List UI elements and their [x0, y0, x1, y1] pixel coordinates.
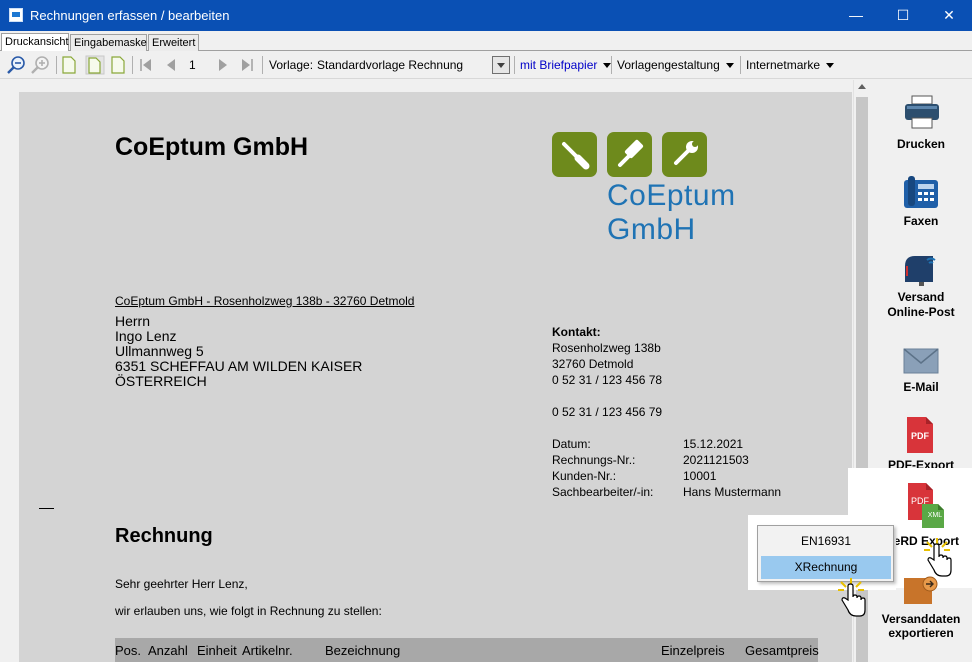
recipient-line: Ullmannweg 5 — [115, 343, 204, 359]
fax-icon — [904, 176, 938, 208]
table-header: Pos. Anzahl Einheit Artikelnr. Bezeichnu… — [115, 638, 819, 662]
sender-line: CoEptum GmbH - Rosenholzweg 138b - 32760… — [115, 294, 415, 308]
briefpapier-dropdown[interactable]: mit Briefpapier — [520, 55, 612, 75]
vorlage-dropdown-button[interactable] — [492, 56, 510, 74]
column-header: Pos. — [115, 643, 142, 658]
tab-eingabemaske[interactable]: Eingabemaske — [70, 34, 147, 51]
first-page-icon[interactable] — [139, 55, 153, 75]
tab-druckansicht[interactable]: Druckansicht — [1, 33, 69, 52]
logo-text: CoEptum GmbH — [607, 179, 736, 246]
kontakt-line: 32760 Detmold — [552, 357, 634, 371]
kontakt-line: Rosenholzweg 138b — [552, 341, 661, 355]
xml-badge: XML — [927, 512, 943, 519]
company-logo: CoEptum GmbH — [552, 132, 822, 246]
previous-page-icon[interactable] — [164, 55, 178, 75]
vorlage-label: Vorlage: — [269, 58, 314, 72]
logo-tile-wrench — [662, 132, 707, 177]
next-page-icon[interactable] — [216, 55, 230, 75]
vorlage-value: Standardvorlage Rechnung — [317, 58, 464, 72]
hand-cursor-icon — [838, 578, 866, 617]
mailbox-icon — [905, 256, 936, 286]
menu-item-xrechnung[interactable]: XRechnung — [761, 556, 891, 579]
online-post-label-1: Versand — [897, 290, 945, 304]
fax-number: 0 52 31 / 123 456 79 — [552, 405, 663, 419]
kontakt-label: Kontakt: — [552, 325, 601, 339]
recipient-line: Ingo Lenz — [115, 328, 177, 344]
detail-value: 15.12.2021 — [683, 437, 744, 451]
zugferd-profile-menu: EN16931 XRechnung — [757, 525, 894, 582]
kontakt-line: 0 52 31 / 123 456 78 — [552, 373, 663, 387]
two-pages-icon[interactable] — [85, 55, 105, 75]
detail-label: Rechnungs-Nr.: — [552, 453, 636, 467]
briefpapier-label: mit Briefpapier — [520, 58, 598, 72]
salutation: Sehr geehrter Herr Lenz, — [115, 577, 248, 591]
menu-item-en16931[interactable]: EN16931 — [761, 530, 891, 553]
document-heading: Rechnung — [115, 525, 213, 547]
pdf-export-button[interactable]: PDF PDF-Export — [870, 416, 972, 472]
detail-label: Datum: — [552, 437, 591, 451]
chevron-down-icon — [826, 63, 835, 69]
scroll-up-icon[interactable] — [858, 84, 866, 89]
intro-text: wir erlauben uns, wie folgt in Rechnung … — [115, 604, 382, 618]
last-page-icon[interactable] — [240, 55, 254, 75]
envelope-icon — [903, 348, 939, 374]
page-number[interactable]: 1 — [189, 55, 196, 75]
column-header: Einzelpreis — [661, 643, 725, 658]
internetmarke-label: Internetmarke — [746, 58, 821, 72]
detail-label: Kunden-Nr.: — [552, 469, 617, 483]
hand-cursor-icon — [924, 538, 952, 577]
fax-button[interactable]: Faxen — [870, 174, 972, 230]
minimize-button[interactable]: — — [833, 0, 879, 31]
zoom-out-icon[interactable] — [6, 55, 28, 75]
email-button[interactable]: E-Mail — [870, 348, 972, 396]
detail-label: Sachbearbeiter/-in: — [552, 485, 654, 499]
vorlagengestaltung-label: Vorlagengestaltung — [617, 58, 720, 72]
recipient-line: ÖSTERREICH — [115, 373, 207, 389]
zoom-in-icon[interactable] — [30, 55, 52, 75]
column-header: Artikelnr. — [242, 643, 293, 658]
detail-value: 2021121503 — [683, 453, 749, 467]
recipient-line: Herrn — [115, 313, 151, 329]
versanddaten-label-1: Versanddaten — [881, 612, 961, 626]
window-title: Rechnungen erfassen / bearbeiten — [30, 8, 230, 23]
column-header: Einheit — [197, 643, 237, 658]
online-post-label-2: Online-Post — [887, 305, 955, 319]
toolbar: 1 Vorlage: Standardvorlage Rechnung mit … — [0, 51, 972, 79]
versanddaten-label-2: exportieren — [888, 626, 954, 640]
app-icon — [9, 8, 23, 22]
pdf-badge: PDF — [911, 431, 929, 441]
title-bar: Rechnungen erfassen / bearbeiten — ☐ ✕ — [0, 0, 972, 31]
company-title: CoEptum GmbH — [115, 133, 309, 161]
tab-erweitert[interactable]: Erweitert — [148, 34, 199, 51]
print-label: Drucken — [896, 137, 946, 151]
column-header: Anzahl — [148, 643, 188, 658]
recipient-line: 6351 SCHEFFAU AM WILDEN KAISER — [115, 358, 363, 374]
chevron-down-icon — [725, 63, 734, 69]
invoice-page: CoEptum GmbH CoEptum GmbH CoEptum GmbH -… — [19, 92, 852, 662]
fold-mark — [39, 508, 54, 509]
column-header: Bezeichnung — [325, 643, 401, 658]
page-width-icon[interactable] — [110, 55, 126, 75]
logo-tile-hammer — [607, 132, 652, 177]
internetmarke-dropdown[interactable]: Internetmarke — [746, 55, 835, 75]
email-label: E-Mail — [903, 380, 939, 394]
online-post-button[interactable]: Versand Online-Post — [870, 252, 972, 320]
printer-icon — [905, 95, 939, 129]
print-preview-area[interactable]: CoEptum GmbH CoEptum GmbH CoEptum GmbH -… — [0, 80, 870, 662]
fax-label: Faxen — [903, 214, 939, 228]
logo-tile-screwdriver — [552, 132, 597, 177]
maximize-button[interactable]: ☐ — [880, 0, 926, 31]
detail-value: 10001 — [683, 469, 717, 483]
print-button[interactable]: Drucken — [870, 94, 972, 154]
detail-value: Hans Mustermann — [683, 485, 782, 499]
single-page-icon[interactable] — [61, 55, 77, 75]
versanddaten-export-button[interactable]: Versanddaten exportieren — [870, 576, 972, 662]
vorlagengestaltung-dropdown[interactable]: Vorlagengestaltung — [617, 55, 734, 75]
column-header: Gesamtpreis — [745, 643, 819, 658]
pdf-badge: PDF — [911, 496, 929, 506]
package-export-icon — [904, 576, 938, 604]
tab-bar: Druckansicht Eingabemaske Erweitert — [0, 31, 972, 52]
chevron-down-icon — [497, 63, 505, 69]
close-button[interactable]: ✕ — [926, 0, 972, 31]
